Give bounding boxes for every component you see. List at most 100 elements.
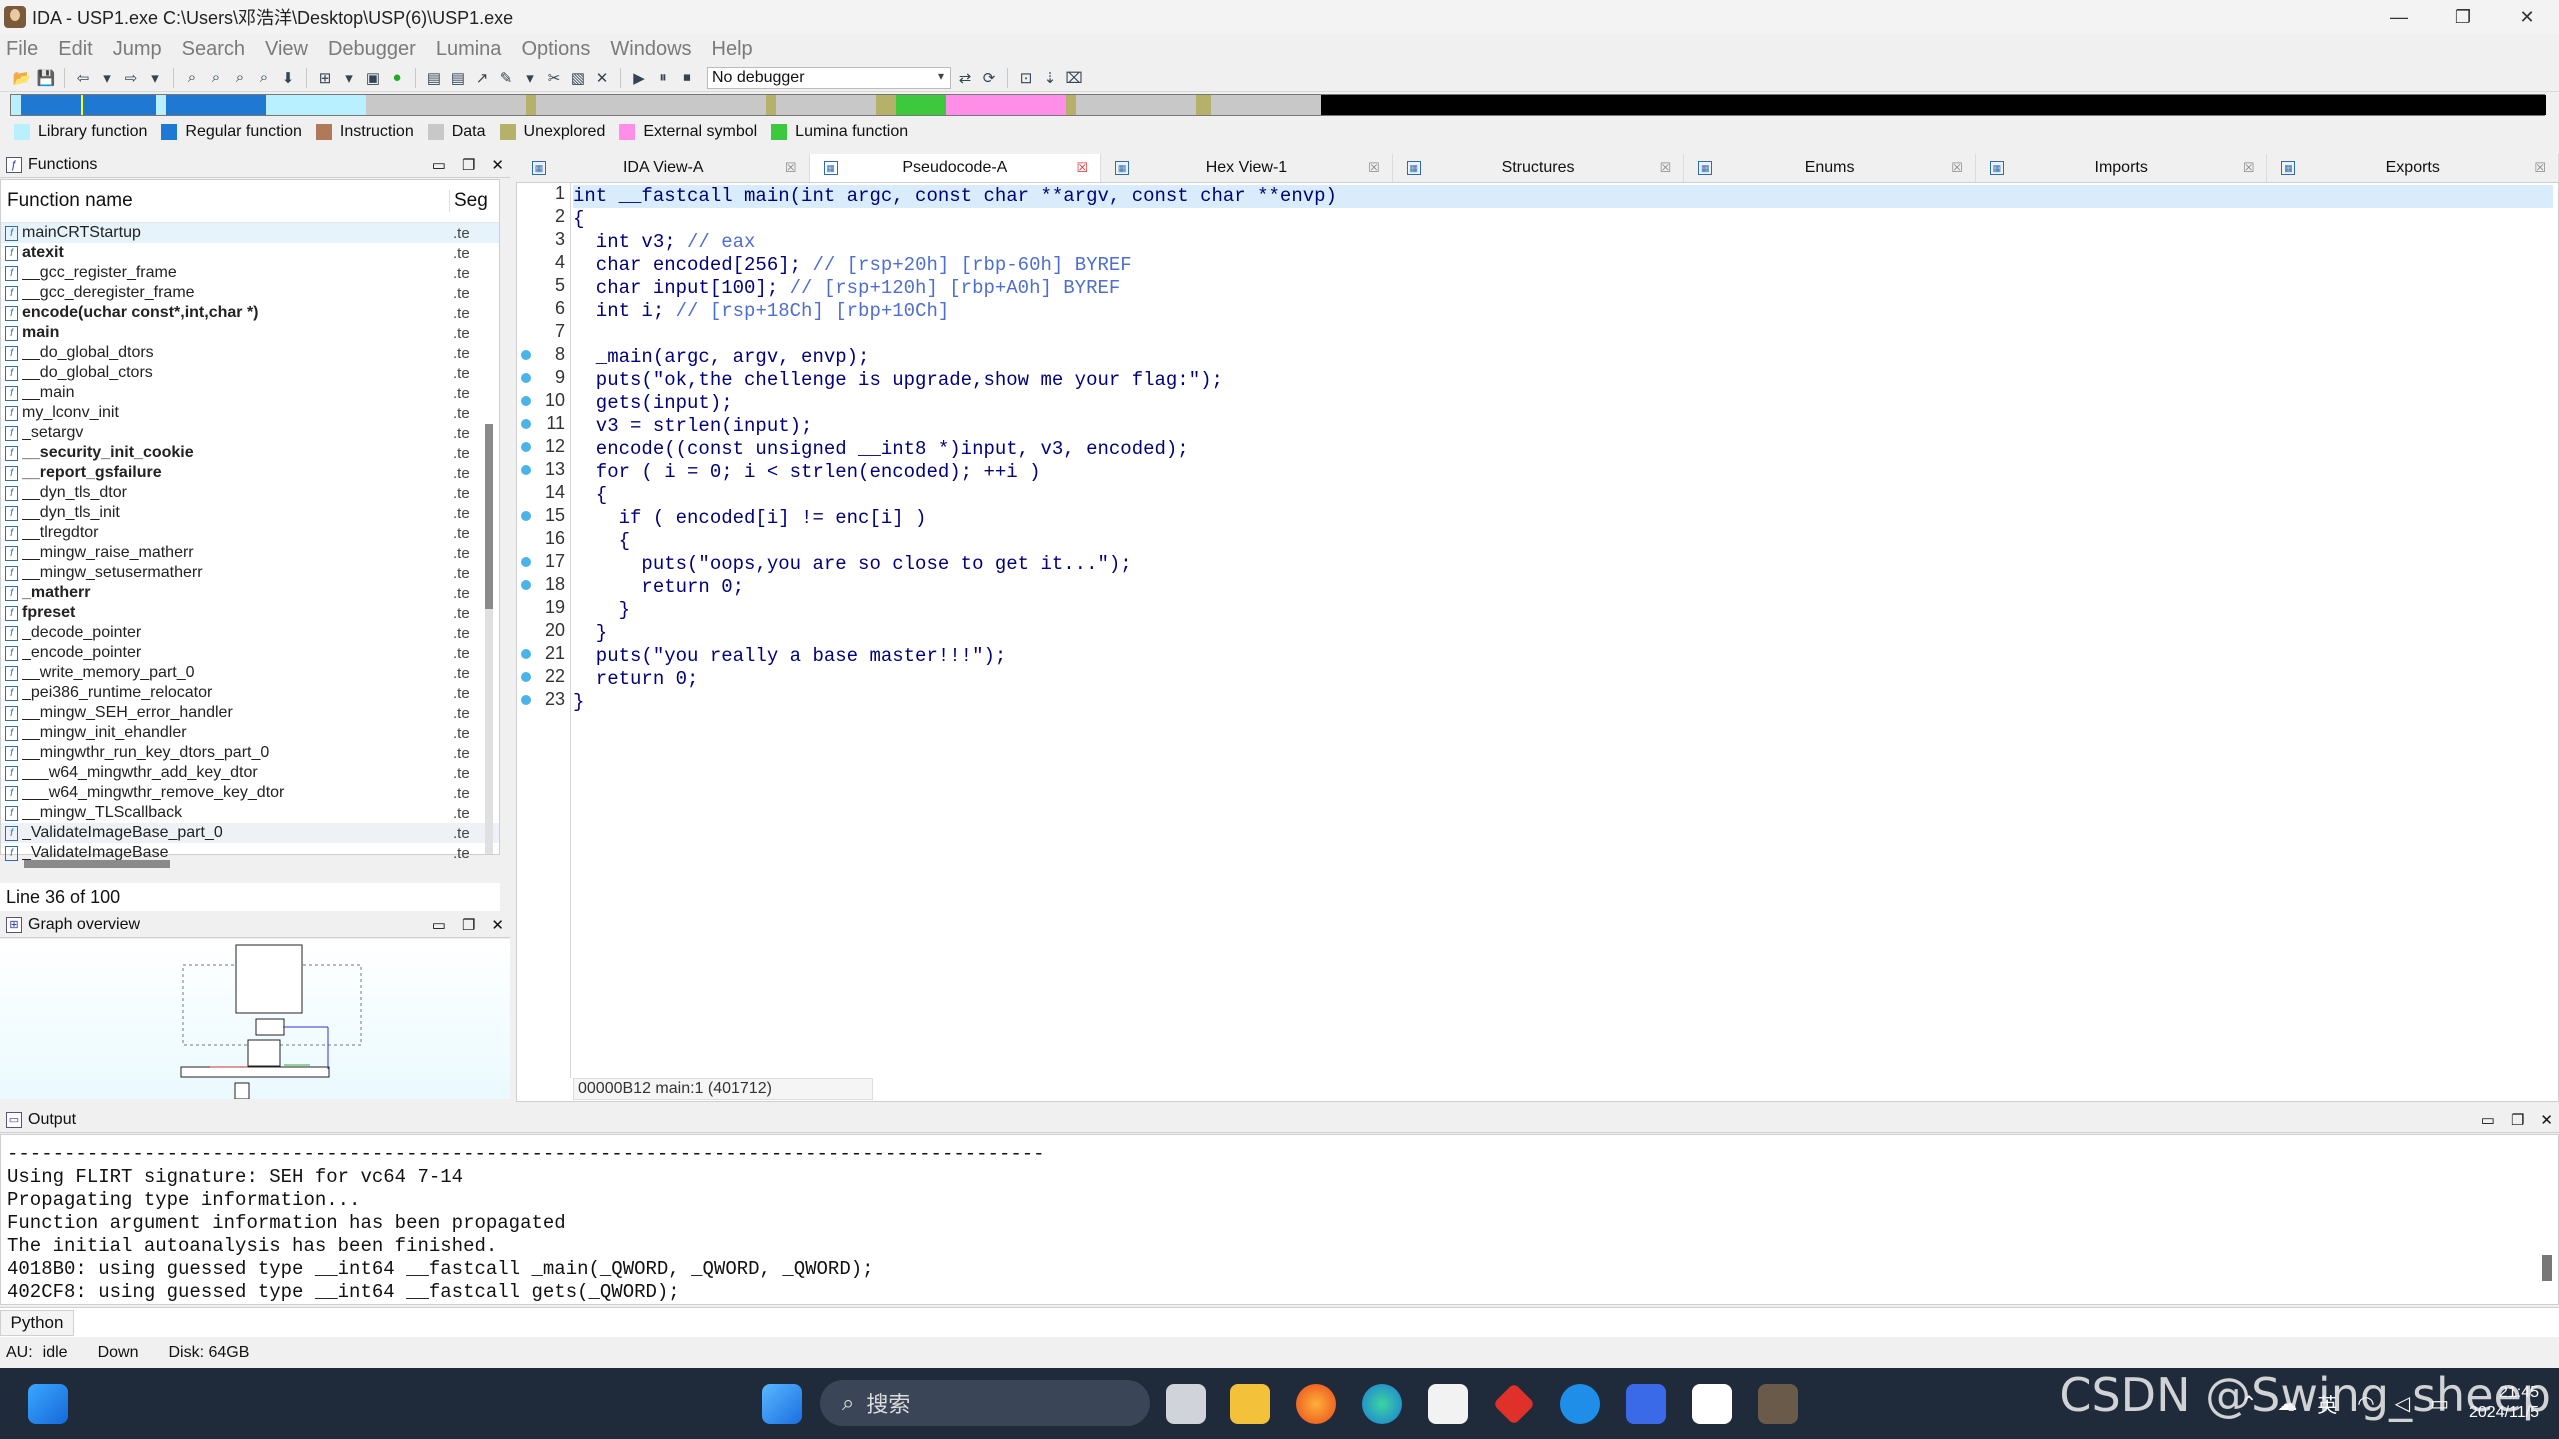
panel-close-icon[interactable]: ✕ [491,156,504,174]
panel-close-icon[interactable]: ✕ [2540,1111,2553,1129]
menu-edit[interactable]: Edit [58,38,92,61]
enum-icon[interactable]: ▤ [448,68,468,88]
code-line[interactable]: { [573,530,630,553]
function-row[interactable]: f __tlregdtor .te [1,523,499,543]
tab-exports[interactable]: ▦ Exports ☒ [2267,154,2559,182]
breakpoint-dot-icon[interactable] [521,557,531,567]
breakpoint-dot-icon[interactable] [521,442,531,452]
function-row[interactable]: f __gcc_register_frame .te [1,263,499,283]
search-next-icon[interactable]: ⌕ [230,68,250,88]
tab-imports[interactable]: ▦ Imports ☒ [1975,154,2268,182]
tab-close-icon[interactable]: ☒ [2243,160,2255,176]
function-row[interactable]: f __mingw_SEH_error_handler .te [1,703,499,723]
panel-restore-icon[interactable]: ❐ [2511,1111,2524,1129]
clear-trace-icon[interactable]: ⌧ [1064,68,1084,88]
code-line[interactable]: char encoded[256]; // [rsp+20h] [rbp-60h… [573,254,1132,277]
breakpoint-dot-icon[interactable] [521,419,531,429]
red-app-icon[interactable] [1492,1382,1536,1426]
function-row[interactable]: f __dyn_tls_init .te [1,503,499,523]
menu-options[interactable]: Options [521,38,590,61]
functions-horizontal-scrollbar[interactable] [24,860,170,868]
function-row[interactable]: f _setargv .te [1,423,499,443]
minimize-button[interactable]: — [2367,0,2431,34]
code-line[interactable]: } [573,691,584,714]
function-row[interactable]: f _matherr .te [1,583,499,603]
tab-close-icon[interactable]: ☒ [785,160,797,176]
stop-icon[interactable]: ⏹ [677,68,697,88]
tab-ida-view-a[interactable]: ▦ IDA View-A ☒ [518,154,810,182]
function-row[interactable]: f __gcc_deregister_frame .te [1,283,499,303]
taskbar-search[interactable]: ⌕ 搜索 [820,1380,1150,1426]
navigation-band[interactable] [10,94,2546,116]
offset-icon[interactable]: ↗ [472,68,492,88]
breakpoint-dot-icon[interactable] [521,465,531,475]
function-row[interactable]: f __do_global_ctors .te [1,363,499,383]
menu-debugger[interactable]: Debugger [328,38,416,61]
function-row[interactable]: f __mingw_raise_matherr .te [1,543,499,563]
firefox-icon[interactable] [1296,1384,1336,1424]
store-icon[interactable] [1428,1384,1468,1424]
close-button[interactable]: ✕ [2495,0,2559,34]
open-file-icon[interactable]: 📂 [12,68,32,88]
green-circle-icon[interactable]: ● [387,68,407,88]
code-line[interactable]: } [573,622,607,645]
tools-icon[interactable]: ✎ [496,68,516,88]
breakpoint-dot-icon[interactable] [521,511,531,521]
trace-icon[interactable]: ⇣ [1040,68,1060,88]
tab-close-icon[interactable]: ☒ [2534,160,2546,176]
functions-list[interactable]: Function name Seg f mainCRTStartup .te f ate… [0,179,500,862]
function-row[interactable]: f _decode_pointer .te [1,623,499,643]
tab-structures[interactable]: ▦ Structures ☒ [1392,154,1685,182]
tools-dropdown-icon[interactable]: ▾ [520,68,540,88]
function-row[interactable]: f fpreset .te [1,603,499,623]
code-line[interactable]: puts("oops,you are so close to get it...… [573,553,1131,576]
tab-close-icon[interactable]: ☒ [1951,160,1963,176]
patch-icon[interactable]: ✂ [544,68,564,88]
function-row[interactable]: f __dyn_tls_dtor .te [1,483,499,503]
panel-maximize-icon[interactable]: ▭ [432,156,446,174]
forward-icon[interactable]: ⇨ [121,68,141,88]
function-row[interactable]: f atexit .te [1,243,499,263]
function-row[interactable]: f my_lconv_init .te [1,403,499,423]
function-row[interactable]: f __write_memory_part_0 .te [1,663,499,683]
debugger-select[interactable]: No debugger ▾ [707,66,951,89]
search-text-icon[interactable]: ⌕ [206,68,226,88]
save-icon[interactable]: 💾 [36,68,56,88]
maximize-button[interactable]: ❐ [2431,0,2495,34]
function-row[interactable]: f ___w64_mingwthr_remove_key_dtor .te [1,783,499,803]
function-row[interactable]: f ___w64_mingwthr_add_key_dtor .te [1,763,499,783]
menu-jump[interactable]: Jump [113,38,162,61]
code-line[interactable]: } [573,599,630,622]
code-line[interactable]: gets(input); [573,392,733,415]
pseudocode-view[interactable]: 1 2 3 4 5 6 7 8 9 10 11 12 13 14 15 16 17 18 19 20 21 22 23 in… [516,182,2559,1102]
struct-icon[interactable]: ▤ [424,68,444,88]
breakpoint-icon[interactable]: ⊡ [1016,68,1036,88]
run-icon[interactable]: ▶ [629,68,649,88]
windows-start-icon[interactable] [762,1384,802,1424]
menu-file[interactable]: File [6,38,38,61]
breakpoint-dot-icon[interactable] [521,649,531,659]
output-log[interactable]: ----------------------------------------… [0,1134,2559,1305]
menu-lumina[interactable]: Lumina [436,38,502,61]
panel-close-icon[interactable]: ✕ [491,916,504,934]
function-row[interactable]: f main .te [1,323,499,343]
jump-down-icon[interactable]: ⬇ [278,68,298,88]
code-line[interactable]: for ( i = 0; i < strlen(encoded); ++i ) [573,461,1041,484]
column-function-name[interactable]: Function name [1,190,449,212]
functions-scrollbar[interactable] [485,424,493,854]
task-view-icon[interactable] [1166,1384,1206,1424]
code-line[interactable]: char input[100]; // [rsp+120h] [rbp+A0h]… [573,277,1121,300]
menu-help[interactable]: Help [712,38,753,61]
help-app-icon[interactable] [1560,1384,1600,1424]
function-row[interactable]: f __main .te [1,383,499,403]
search-imm-icon[interactable]: ⌕ [254,68,274,88]
function-row[interactable]: f __mingw_TLScallback .te [1,803,499,823]
function-row[interactable]: f __security_init_cookie .te [1,443,499,463]
edge-icon[interactable] [1362,1384,1402,1424]
panel-restore-icon[interactable]: ❐ [462,156,475,174]
output-scrollbar[interactable] [2542,1255,2552,1281]
code-line[interactable]: return 0; [573,576,744,599]
panel-restore-icon[interactable]: ❐ [462,916,475,934]
code-line[interactable]: puts("ok,the chellenge is upgrade,show m… [573,369,1223,392]
start-icon[interactable] [28,1384,68,1424]
